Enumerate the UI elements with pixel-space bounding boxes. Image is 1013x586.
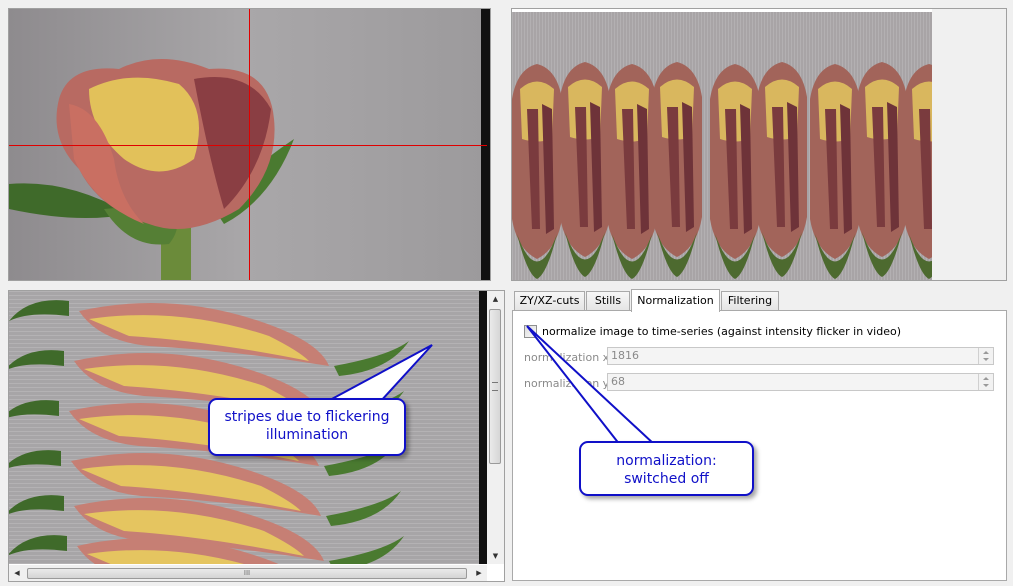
tab-normalization[interactable]: Normalization	[631, 289, 720, 312]
vertical-grip-icon	[492, 382, 498, 391]
crosshair-horizontal-line	[9, 145, 487, 146]
spin-up-icon[interactable]	[983, 351, 989, 354]
stripes-callout: stripes due to flickering illumination	[208, 398, 406, 456]
vertical-scroll-thumb[interactable]	[489, 309, 501, 464]
normalization-y-spinner[interactable]	[978, 374, 993, 390]
normalization-callout-line1: normalization:	[616, 453, 717, 469]
horizontal-scrollbar[interactable]: ◀ III ▶	[9, 565, 487, 581]
normalization-x-spinner[interactable]	[978, 348, 993, 364]
normalize-checkbox[interactable]	[524, 325, 537, 338]
main-frame-view[interactable]	[8, 8, 491, 281]
normalization-y-value: 68	[611, 375, 625, 388]
normalization-x-label: normalization x:	[524, 351, 613, 364]
tab-filtering[interactable]: Filtering	[721, 291, 779, 310]
normalization-callout-line2: switched off	[624, 471, 709, 487]
spin-down-icon[interactable]	[983, 358, 989, 361]
normalization-x-value: 1816	[611, 349, 639, 362]
stripes-callout-text: stripes due to flickering illumination	[224, 409, 390, 443]
zy-cut-view[interactable]	[511, 8, 1007, 281]
vertical-scrollbar[interactable]: ▲ ▼	[487, 291, 504, 564]
normalization-y-label: normalization y:	[524, 377, 613, 390]
scroll-right-arrow-icon[interactable]: ▶	[471, 565, 487, 581]
spin-down-icon[interactable]	[983, 384, 989, 387]
tab-zy-xz-cuts[interactable]: ZY/XZ-cuts	[514, 291, 585, 310]
rose-cut-strip-image	[512, 9, 1006, 280]
scroll-left-arrow-icon[interactable]: ◀	[9, 565, 25, 581]
tab-stills[interactable]: Stills	[586, 291, 630, 310]
horizontal-scroll-thumb[interactable]: III	[27, 568, 467, 579]
crosshair-vertical-line	[249, 9, 250, 280]
scroll-down-arrow-icon[interactable]: ▼	[487, 548, 504, 564]
spin-up-icon[interactable]	[983, 377, 989, 380]
normalization-callout: normalization: switched off	[579, 441, 754, 496]
horizontal-grip-icon: III	[243, 569, 251, 577]
scroll-up-arrow-icon[interactable]: ▲	[487, 291, 504, 307]
normalization-y-field[interactable]: 68	[607, 373, 994, 391]
normalization-x-field[interactable]: 1816	[607, 347, 994, 365]
normalize-checkbox-label[interactable]: normalize image to time-series (against …	[542, 325, 901, 338]
